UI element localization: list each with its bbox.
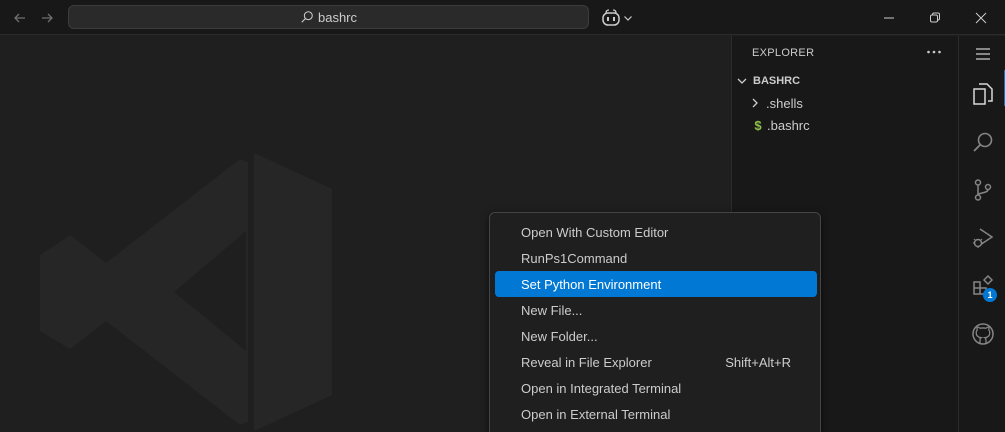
hamburger-menu-icon [975, 48, 990, 60]
source-control-icon [974, 179, 991, 201]
menu-item-open-with-custom-editor[interactable]: Open With Custom Editor [495, 219, 817, 245]
shell-file-icon: $ [754, 117, 762, 133]
menu-item-label: Open in External Terminal [521, 406, 671, 422]
restore-icon [930, 12, 940, 22]
menu-item-label: Reveal in File Explorer [521, 354, 652, 370]
tree-item-bashrc[interactable]: $ .bashrc [732, 114, 958, 136]
search-icon [972, 132, 992, 152]
close-icon [975, 12, 987, 23]
copilot-icon [602, 9, 620, 26]
menu-item-set-python-environment[interactable]: Set Python Environment [495, 271, 817, 297]
menu-item-runps1command[interactable]: RunPs1Command [495, 245, 817, 271]
arrow-right-icon [42, 13, 53, 23]
restore-button[interactable] [912, 0, 958, 35]
chevron-right-icon [752, 98, 758, 108]
activity-bar: 1 [958, 36, 1005, 432]
command-center-search[interactable]: bashrc [68, 5, 589, 29]
menu-item-keybinding: Shift+Alt+R [725, 354, 791, 370]
menu-item-label: New File... [521, 302, 583, 318]
chevron-down-icon [624, 16, 632, 21]
tree-item-shells[interactable]: .shells [732, 92, 958, 114]
minimize-icon [884, 17, 894, 18]
close-button[interactable] [958, 0, 1004, 35]
search-icon [301, 11, 313, 23]
menu-button[interactable] [959, 36, 1005, 72]
menu-item-new-folder[interactable]: New Folder... [495, 323, 817, 349]
menu-item-reveal-in-file-explorer[interactable]: Reveal in File Explorer Shift+Alt+R [495, 349, 817, 375]
activity-run-debug[interactable] [959, 214, 1005, 262]
arrow-left-icon [14, 13, 25, 23]
folder-header-bashrc[interactable]: BASHRC [732, 70, 958, 92]
menu-item-label: RunPs1Command [521, 250, 628, 266]
tree-item-label: .bashrc [767, 117, 810, 133]
tree-item-label: .shells [766, 95, 803, 111]
minimize-button[interactable] [866, 0, 912, 35]
context-menu: Open With Custom Editor RunPs1Command Se… [489, 212, 821, 432]
search-text: bashrc [317, 9, 358, 25]
more-actions-button[interactable] [924, 44, 944, 60]
chevron-down-icon [737, 78, 747, 84]
activity-explorer[interactable] [959, 70, 1005, 118]
menu-item-new-file[interactable]: New File... [495, 297, 817, 323]
menu-item-label: Open in Integrated Terminal [521, 380, 682, 396]
explorer-header: EXPLORER [752, 47, 815, 59]
vscode-logo-watermark [40, 151, 332, 432]
back-button[interactable] [10, 8, 30, 28]
title-bar: bashrc [0, 0, 1005, 35]
menu-item-open-in-external-terminal[interactable]: Open in External Terminal [495, 401, 817, 427]
activity-extensions[interactable]: 1 [959, 262, 1005, 310]
menu-item-label: Set Python Environment [521, 276, 662, 292]
forward-button[interactable] [37, 8, 57, 28]
activity-source-control[interactable] [959, 166, 1005, 214]
run-debug-icon [972, 228, 993, 248]
ellipsis-icon [927, 50, 941, 54]
menu-item-label: New Folder... [521, 328, 598, 344]
menu-item-label: Open With Custom Editor [521, 224, 669, 240]
github-icon [971, 323, 994, 345]
explorer-icon [972, 83, 993, 105]
menu-item-open-in-integrated-terminal[interactable]: Open in Integrated Terminal [495, 375, 817, 401]
copilot-button[interactable] [601, 8, 633, 28]
activity-github[interactable] [959, 310, 1005, 358]
activity-search[interactable] [959, 118, 1005, 166]
folder-title: BASHRC [753, 75, 801, 87]
extensions-badge: 1 [983, 288, 997, 302]
